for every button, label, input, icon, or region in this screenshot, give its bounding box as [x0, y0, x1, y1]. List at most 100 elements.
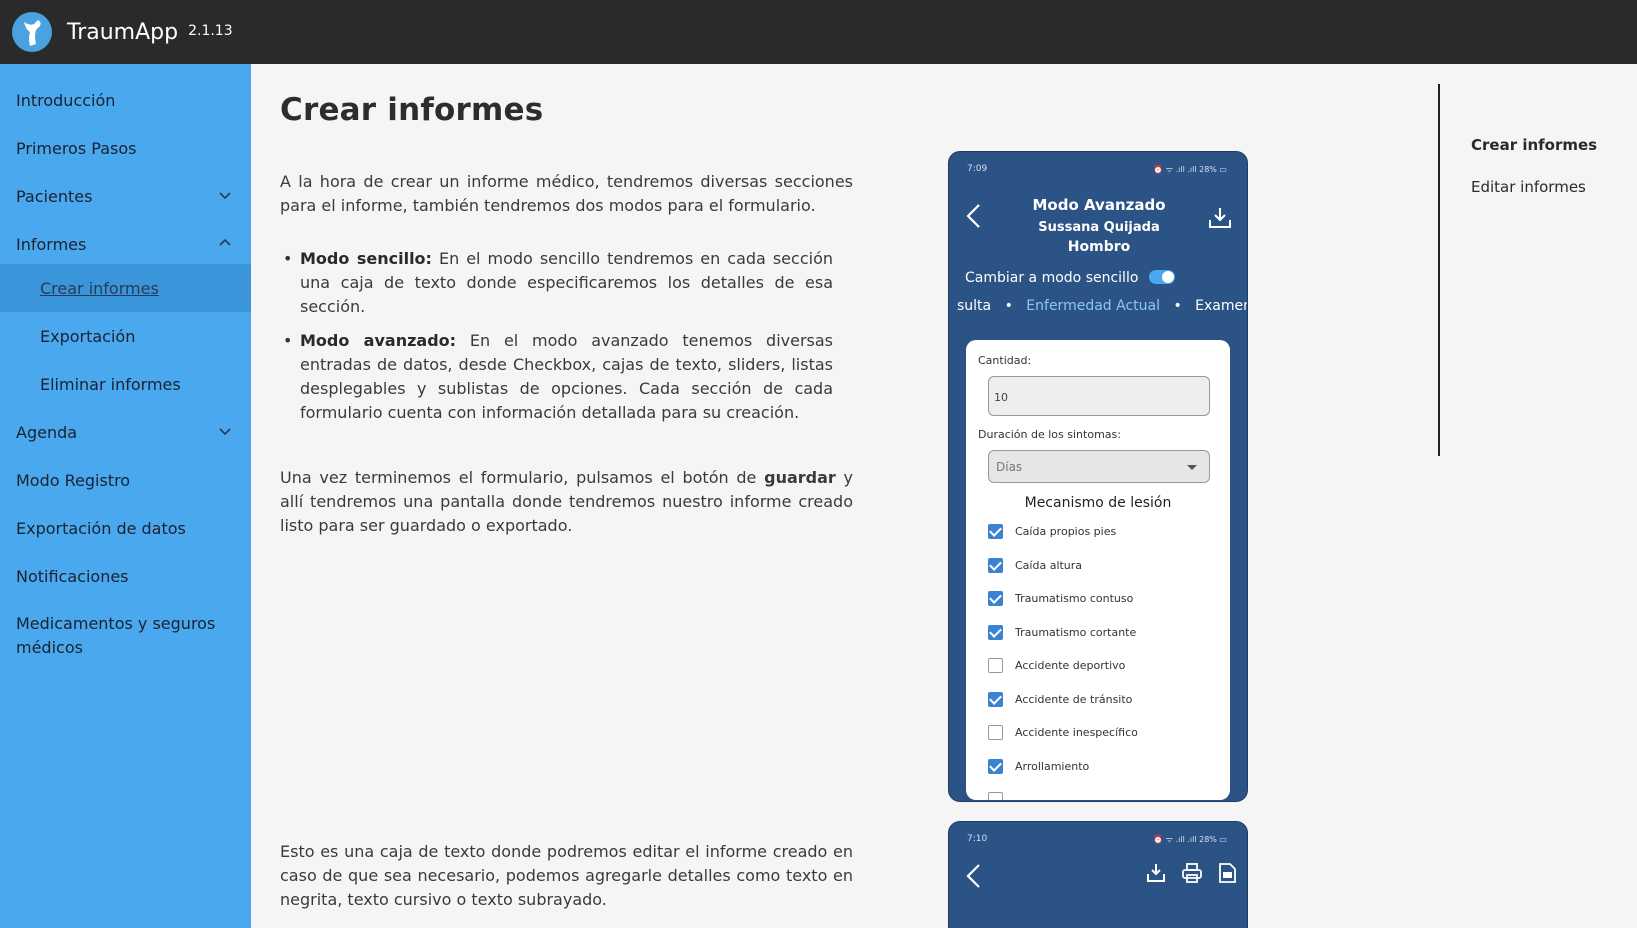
checkbox-item: Traumatismo contuso	[988, 591, 1133, 606]
app-version: 2.1.13	[188, 22, 233, 39]
bullet-term: Modo avanzado:	[300, 331, 457, 350]
sidebar-item-pacientes[interactable]: Pacientes	[0, 172, 251, 220]
sidebar-item-label: Informes	[16, 234, 87, 254]
status-icons: ⏰ ᯤ .ıll .ıll 28% ▭	[1153, 835, 1227, 844]
status-icons: ⏰ ᯤ .ıll .ıll 28% ▭	[1153, 165, 1227, 174]
top-bar: TraumApp 2.1.13	[0, 0, 1637, 64]
phone-action-icons	[1145, 862, 1237, 888]
sidebar-item-primeros-pasos[interactable]: Primeros Pasos	[0, 124, 251, 172]
sidebar-item-agenda[interactable]: Agenda	[0, 408, 251, 456]
sidebar-item-label: Pacientes	[16, 186, 93, 206]
traumapp-logo-icon[interactable]	[12, 12, 52, 52]
checkbox-checked-icon	[988, 591, 1003, 606]
tab-examen: Examen	[1195, 298, 1248, 314]
sidebar-item-introduccion[interactable]: Introducción	[0, 76, 251, 124]
mode-switch-label: Cambiar a modo sencillo	[965, 270, 1139, 286]
page-title: Crear informes	[280, 92, 544, 128]
checkbox-label: Traumatismo contuso	[1015, 592, 1134, 605]
phone-patient-name: Sussana Quijada	[1038, 220, 1160, 235]
sidebar-item-label: Introducción	[16, 90, 116, 110]
back-arrow-icon	[963, 862, 985, 894]
sidebar-item-label-line1: Medicamentos y seguros	[16, 614, 216, 633]
status-time: 7:09	[967, 164, 988, 174]
sidebar-item-label: Agenda	[16, 422, 78, 442]
sidebar-item-exportacion[interactable]: Exportación	[0, 312, 251, 360]
checkbox-checked-icon	[988, 625, 1003, 640]
checkbox-label: Accidente inespecífico	[1015, 726, 1138, 739]
print-icon	[1181, 862, 1203, 888]
sidebar-item-informes[interactable]: Informes	[0, 220, 251, 268]
list-item: Modo sencillo: En el modo sencillo tendr…	[283, 247, 833, 319]
sidebar-item-crear-informes[interactable]: Crear informes	[0, 264, 251, 312]
modes-list: Modo sencillo: En el modo sencillo tendr…	[283, 247, 833, 435]
sidebar-item-label: Notificaciones	[16, 566, 129, 586]
sidebar-item-label: Modo Registro	[16, 470, 131, 490]
checkbox-label: Accidente deportivo	[1015, 659, 1126, 672]
intro-paragraph: A la hora de crear un informe médico, te…	[280, 172, 853, 215]
checkbox-label: Arrollamiento	[1015, 760, 1090, 773]
bullet-term: Modo sencillo:	[300, 249, 432, 268]
checkbox-checked-icon	[988, 558, 1003, 573]
sidebar-item-medicamentos[interactable]: Medicamentos y seguros médicos	[0, 600, 251, 666]
mode-toggle	[1149, 270, 1175, 284]
list-item: Modo avanzado: En el modo avanzado tenem…	[283, 329, 833, 425]
checkbox-item: Arrollamiento	[988, 759, 1089, 774]
sidebar: Introducción Primeros Pasos Pacientes In…	[0, 64, 251, 928]
sidebar-item-exportacion-datos[interactable]: Exportación de datos	[0, 504, 251, 552]
sidebar-item-label: Eliminar informes	[40, 374, 181, 394]
pdf-icon	[1217, 862, 1237, 888]
cantidad-field: 10	[988, 376, 1210, 416]
sidebar-item-modo-registro[interactable]: Modo Registro	[0, 456, 251, 504]
toc-item-editar-informes[interactable]: Editar informes	[1471, 178, 1586, 196]
duracion-value: Días	[996, 460, 1023, 474]
mecanismo-title: Mecanismo de lesión	[1024, 495, 1172, 511]
checkbox-label: Traumatismo cortante	[1015, 626, 1137, 639]
sidebar-item-notificaciones[interactable]: Notificaciones	[0, 552, 251, 600]
phone-title: Modo Avanzado	[1032, 196, 1166, 214]
sidebar-item-label: Medicamentos y seguros médicos	[16, 612, 215, 660]
status-time: 7:10	[967, 834, 988, 844]
sidebar-item-label-line2: médicos	[16, 638, 83, 657]
chevron-down-icon[interactable]	[219, 425, 231, 436]
tab-prev: sulta	[957, 298, 992, 314]
toc-divider	[1438, 84, 1440, 456]
checkbox-label: Caída altura	[1015, 559, 1083, 572]
sidebar-item-label: Primeros Pasos	[16, 138, 137, 158]
phone-screenshot-advanced-mode: 7:09 ⏰ ᯤ .ıll .ıll 28% ▭ Modo Avanzado S…	[948, 151, 1248, 802]
save-paragraph: Una vez terminemos el formulario, pulsam…	[280, 466, 853, 538]
checkbox-item-partial	[988, 792, 1015, 800]
sidebar-item-eliminar-informes[interactable]: Eliminar informes	[0, 360, 251, 408]
tab-enfermedad-actual: Enfermedad Actual	[1026, 298, 1160, 314]
download-icon	[1207, 206, 1233, 234]
form-card: Cantidad: 10 Duración de los sintomas: D…	[966, 340, 1230, 800]
toc-item-crear-informes[interactable]: Crear informes	[1471, 136, 1597, 154]
checkbox-item: Caída propios pies	[988, 524, 1116, 539]
checkbox-item: Traumatismo cortante	[988, 625, 1136, 640]
editor-paragraph: Esto es una caja de texto donde podremos…	[280, 842, 853, 909]
phone-screenshot-report-editor: 7:10 ⏰ ᯤ .ıll .ıll 28% ▭	[948, 821, 1248, 928]
phone-body-area: Hombro	[1067, 239, 1131, 255]
save-keyword: guardar	[764, 468, 836, 487]
cantidad-label: Cantidad:	[978, 354, 1032, 367]
tab-dot: •	[1004, 298, 1013, 314]
duracion-select: Días	[988, 450, 1210, 483]
save-paragraph-text: Una vez terminemos el formulario, pulsam…	[280, 468, 765, 487]
sidebar-item-label: Exportación de datos	[16, 518, 186, 538]
checkbox-item: Caída altura	[988, 558, 1082, 573]
checkbox-label: Accidente de tránsito	[1015, 693, 1133, 706]
tab-dot: •	[1173, 298, 1182, 314]
checkbox-unchecked-icon	[988, 658, 1003, 673]
download-icon	[1145, 862, 1167, 888]
checkbox-unchecked-icon	[988, 725, 1003, 740]
checkbox-item: Accidente de tránsito	[988, 692, 1132, 707]
duracion-label: Duración de los sintomas:	[978, 428, 1121, 441]
sidebar-item-label: Exportación	[40, 326, 136, 346]
chevron-up-icon[interactable]	[219, 237, 231, 247]
section-tabs: sulta • Enfermedad Actual • Examen •	[957, 298, 1248, 314]
chevron-down-icon[interactable]	[219, 189, 231, 200]
checkbox-item: Accidente deportivo	[988, 658, 1125, 673]
sidebar-item-label: Crear informes	[40, 278, 159, 298]
app-name[interactable]: TraumApp	[67, 20, 178, 45]
checkbox-unchecked-icon	[988, 792, 1003, 800]
checkbox-label: Caída propios pies	[1015, 525, 1117, 538]
